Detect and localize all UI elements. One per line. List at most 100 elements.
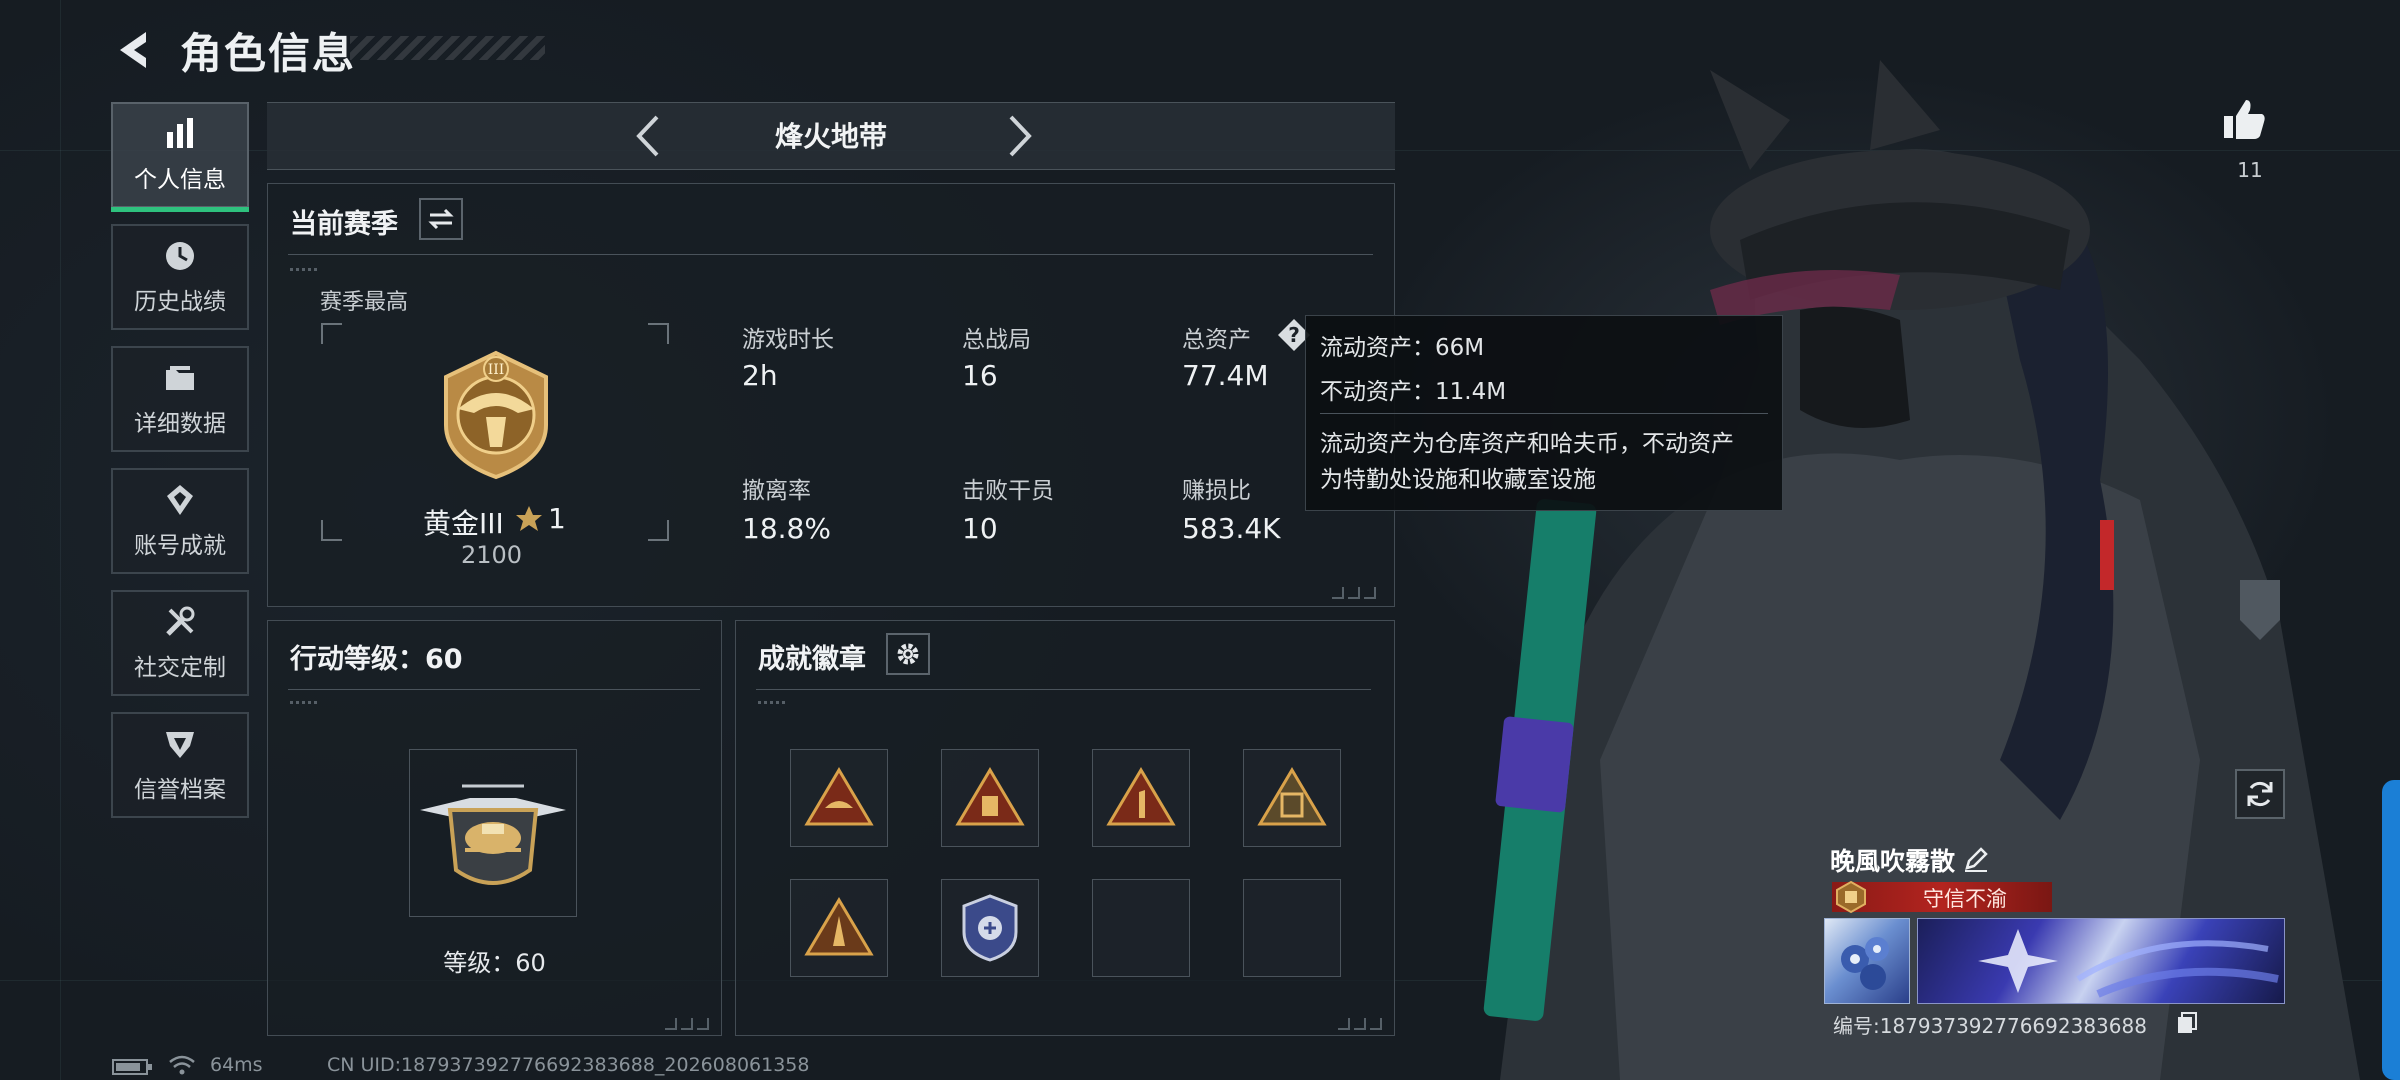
achievement-badge[interactable] — [1092, 749, 1190, 847]
corner-decoration — [1328, 584, 1380, 599]
stat-label: 撤离率 — [742, 478, 811, 504]
achievement-badge[interactable] — [941, 879, 1039, 977]
page-title: 角色信息 — [180, 29, 357, 78]
triangle-badge-icon — [804, 897, 874, 956]
battery-icon — [112, 1059, 152, 1075]
edit-icon[interactable] — [1963, 846, 1989, 872]
star-burst-decoration — [1978, 929, 2279, 998]
stat-label: 游戏时长 — [742, 327, 834, 353]
divider — [756, 689, 1371, 690]
stat-value: 77.4M — [1182, 359, 1269, 392]
player-title: 守信不渝 — [1923, 887, 2007, 911]
police-badge-icon — [962, 894, 1018, 962]
copy-icon[interactable] — [2176, 1011, 2198, 1035]
name-card-banner[interactable] — [1917, 918, 2285, 1004]
star-icon — [516, 506, 542, 531]
triangle-badge-icon — [955, 767, 1025, 826]
svg-text:III: III — [488, 362, 505, 378]
stat-value: 18.8% — [742, 512, 831, 545]
divider — [288, 254, 1373, 255]
player-name: 晚風吹霧散 — [1830, 847, 1956, 876]
sidebar-item-history[interactable]: 历史战绩 — [111, 224, 249, 330]
stat-label: 击败干员 — [962, 478, 1054, 504]
tools-icon — [166, 606, 195, 636]
rank-score: 2100 — [461, 541, 523, 569]
gold-rank-emblem-icon: III — [444, 350, 548, 480]
assets-description-line2: 为特勤处设施和收藏室设施 — [1320, 467, 1596, 493]
tick-decoration — [290, 268, 318, 271]
mode-title: 烽火地带 — [774, 120, 887, 153]
account-uid: CN UID:187937392776692383688_20260806135… — [327, 1054, 810, 1076]
sidebar-item-achievements[interactable]: 账号成就 — [111, 468, 249, 574]
season-panel: 当前赛季 赛季最高 III 黄金III 1 2100 游戏时长 2h 总战局 1… — [267, 183, 1395, 607]
rotate-model-button[interactable] — [2235, 769, 2285, 819]
refresh-icon — [2247, 781, 2273, 807]
liquid-assets: 流动资产：66M — [1320, 335, 1485, 361]
badge-settings-button[interactable] — [886, 633, 930, 675]
bg-grid-line — [60, 0, 61, 1080]
corner-decoration — [1334, 1015, 1386, 1030]
empty-badge-slot[interactable] — [1092, 879, 1190, 977]
achievement-icon — [167, 485, 193, 515]
badges-title: 成就徽章 — [758, 644, 866, 675]
divider — [1320, 413, 1768, 414]
wifi-icon — [169, 1055, 195, 1075]
player-id: 编号:187937392776692383688 — [1833, 1014, 2147, 1038]
bar-chart-icon — [167, 118, 193, 148]
sidebar-item-social[interactable]: 社交定制 — [111, 590, 249, 696]
sidebar-item-label: 社交定制 — [134, 655, 226, 681]
avatar-frame[interactable] — [1824, 918, 1910, 1004]
empty-badge-slot[interactable] — [1243, 879, 1341, 977]
fixed-assets: 不动资产：11.4M — [1320, 379, 1507, 405]
badges-panel: 成就徽章 — [735, 620, 1395, 1036]
sidebar-item-label: 历史战绩 — [134, 289, 226, 315]
folder-icon — [166, 366, 194, 390]
level-emblem-frame — [409, 749, 577, 917]
rank-name: 黄金III — [423, 507, 504, 540]
stat-value: 2h — [742, 359, 778, 392]
season-switch-button[interactable] — [419, 198, 463, 240]
stat-label: 总战局 — [962, 327, 1031, 353]
season-best-label: 赛季最高 — [320, 290, 409, 315]
triangle-badge-icon — [804, 767, 874, 826]
level-panel: 行动等级：60 等级：60 — [267, 620, 722, 1036]
thumbs-up-icon[interactable] — [2222, 96, 2268, 142]
divider — [288, 689, 700, 690]
sidebar-item-label: 信誉档案 — [134, 777, 226, 803]
achievement-badge[interactable] — [941, 749, 1039, 847]
title-emblem-icon — [1836, 880, 1866, 914]
corner-decoration — [661, 1015, 713, 1030]
ping-value: 64ms — [210, 1054, 263, 1076]
stat-value: 583.4K — [1182, 512, 1281, 545]
level-label: 等级：60 — [443, 949, 546, 977]
stat-label: 赚损比 — [1182, 478, 1251, 504]
stat-value: 16 — [962, 359, 998, 392]
svg-text:?: ? — [1288, 323, 1300, 347]
like-count: 11 — [2237, 158, 2263, 182]
helicopter-emblem-icon — [420, 784, 566, 885]
level-title: 行动等级：60 — [290, 644, 463, 675]
mode-selector: 烽火地带 — [267, 102, 1395, 170]
achievement-badge[interactable] — [790, 879, 888, 977]
season-title: 当前赛季 — [290, 209, 398, 240]
sidebar-item-reputation[interactable]: 信誉档案 — [111, 712, 249, 818]
reputation-icon — [166, 732, 194, 758]
back-arrow-icon[interactable] — [112, 26, 160, 74]
assets-tooltip: 流动资产：66M 不动资产：11.4M 流动资产为仓库资产和哈夫币，不动资产 为… — [1305, 315, 1783, 511]
sidebar-item-label: 个人信息 — [134, 167, 226, 193]
chevron-right-icon[interactable] — [993, 111, 1043, 161]
achievement-badge[interactable] — [790, 749, 888, 847]
sidebar-item-personal-info[interactable]: 个人信息 — [111, 102, 249, 212]
stat-value: 10 — [962, 512, 998, 545]
tick-decoration — [758, 701, 786, 704]
stat-label: 总资产 — [1182, 327, 1251, 353]
triangle-badge-icon — [1257, 767, 1327, 826]
assets-description-line1: 流动资产为仓库资产和哈夫币，不动资产 — [1320, 431, 1734, 457]
title-decoration — [350, 36, 545, 60]
sidebar-item-detail-data[interactable]: 详细数据 — [111, 346, 249, 452]
triangle-badge-icon — [1106, 767, 1176, 826]
flower-avatar-icon — [1841, 937, 1889, 990]
achievement-badge[interactable] — [1243, 749, 1341, 847]
side-panel-handle[interactable] — [2382, 780, 2400, 1080]
sidebar-item-label: 账号成就 — [134, 533, 226, 559]
